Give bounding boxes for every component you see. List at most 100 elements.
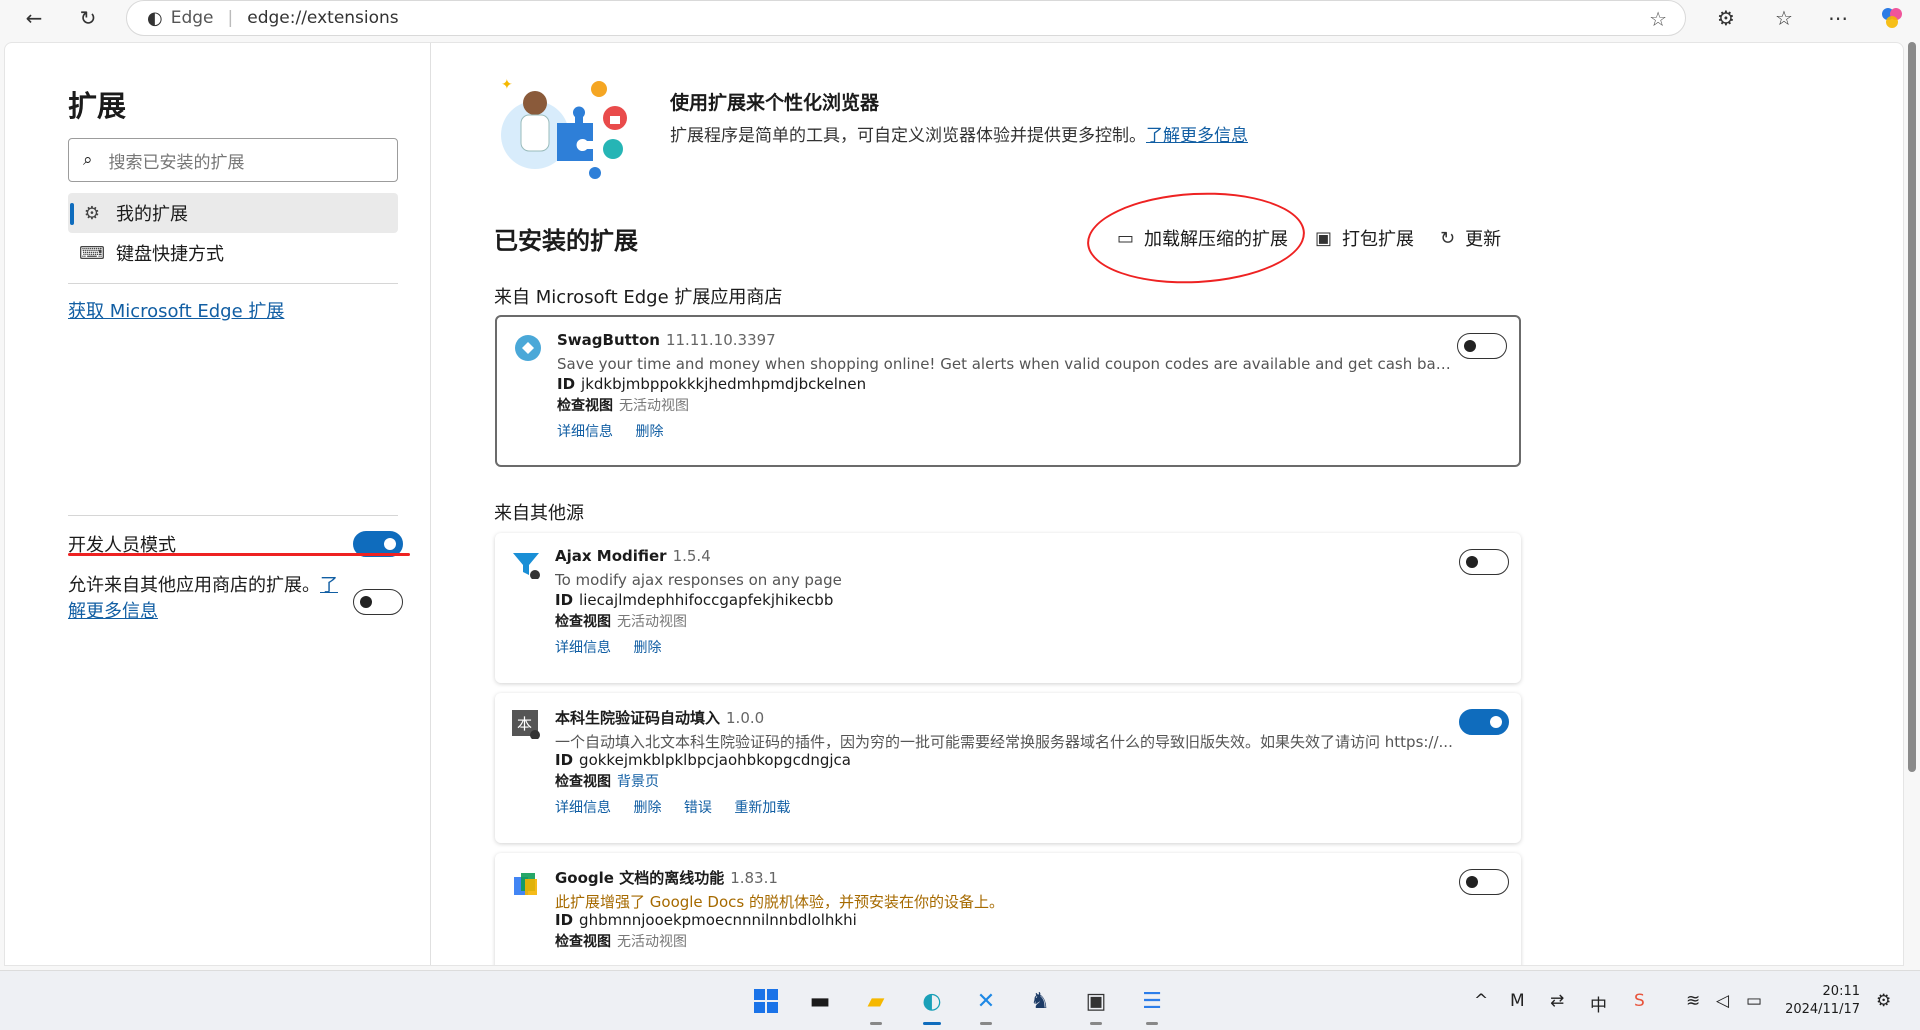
remove-link[interactable]: 删除 xyxy=(635,424,663,440)
edge-browser-icon[interactable]: ◐ xyxy=(914,983,950,1025)
ime-indicator[interactable]: 中 xyxy=(1590,991,1607,1016)
extension-toggle[interactable] xyxy=(1459,869,1509,895)
hero-subtitle: 扩展程序是简单的工具，可自定义浏览器体验并提供更多控制。了解更多信息 xyxy=(670,126,1248,146)
hero-learn-more-link[interactable]: 了解更多信息 xyxy=(1146,126,1248,146)
red-circle-annotation xyxy=(1084,187,1308,289)
extension-description: To modify ajax responses on any page xyxy=(555,571,842,589)
site-label: Edge xyxy=(170,8,214,28)
remove-link[interactable]: 删除 xyxy=(633,640,661,656)
notification-icon[interactable]: ⚙ xyxy=(1876,991,1891,1011)
keyboard-icon: ⌨ xyxy=(79,242,105,264)
hero-illustration: ✦ xyxy=(495,73,645,183)
allow-other-stores-toggle[interactable] xyxy=(353,589,403,615)
notepad-icon[interactable]: ☰ xyxy=(1134,983,1170,1025)
pack-extension-button[interactable]: ▣ 打包扩展 xyxy=(1315,225,1414,251)
extension-toggle[interactable] xyxy=(1459,709,1509,735)
volume-icon[interactable]: ◁ xyxy=(1716,991,1729,1011)
captcha-extension-icon: 本 xyxy=(512,710,540,739)
details-link[interactable]: 详细信息 xyxy=(557,424,613,440)
taskbar: ▬ ▰ ◐ ✕ ♞ ▣ ☰ ^ M ⇄ 中 S ≋ ◁ ▭ 20:11 2024… xyxy=(0,970,1920,1030)
extension-card: 本 本科生院验证码自动填入 1.0.0 一个自动填入北文本科生院验证码的插件，因为… xyxy=(495,693,1521,843)
copilot-icon[interactable] xyxy=(1876,2,1908,34)
wifi-icon[interactable]: ≋ xyxy=(1686,991,1700,1011)
more-menu-icon[interactable]: ⋯ xyxy=(1822,2,1854,34)
extension-card: Google 文档的离线功能 1.83.1 此扩展增强了 Google Docs … xyxy=(495,853,1521,965)
tray-s-icon[interactable]: S xyxy=(1634,991,1645,1011)
sidebar-item-label: 我的扩展 xyxy=(116,204,188,225)
inspect-views: 检查视图 背景页 xyxy=(555,774,659,790)
section-store-title: 来自 Microsoft Edge 扩展应用商店 xyxy=(494,287,783,308)
extension-toggle[interactable] xyxy=(1457,333,1507,359)
store-link[interactable]: 获取 Microsoft Edge 扩展 xyxy=(68,297,284,323)
refresh-icon: ↻ xyxy=(1440,227,1456,249)
sidebar-item-my-extensions[interactable]: ⚙ 我的扩展 xyxy=(68,193,398,233)
extension-description: 一个自动填入北文本科生院验证码的插件，因为穷的一批可能需要经常换服务器域名什么的… xyxy=(555,733,1453,751)
red-underline-annotation xyxy=(68,553,410,556)
clock-date: 2024/11/17 xyxy=(1785,1002,1860,1017)
sidebar-item-keyboard-shortcuts[interactable]: ⌨ 键盘快捷方式 xyxy=(68,233,398,273)
favorites-icon[interactable]: ☆ xyxy=(1768,2,1800,34)
favorite-star-icon[interactable]: ☆ xyxy=(1649,7,1667,31)
hero-title: 使用扩展来个性化浏览器 xyxy=(670,92,880,114)
extension-id: ID liecajlmdephhifoccgapfekjhikecbb xyxy=(555,591,834,609)
details-link[interactable]: 详细信息 xyxy=(555,800,611,816)
errors-link[interactable]: 错误 xyxy=(684,800,712,816)
page-scrollbar[interactable] xyxy=(1908,42,1916,772)
google-docs-offline-icon xyxy=(514,873,537,895)
allow-other-stores-text: 允许来自其他应用商店的扩展。了解更多信息 xyxy=(68,575,338,622)
url-text: edge://extensions xyxy=(247,8,399,28)
remove-link[interactable]: 删除 xyxy=(633,800,661,816)
extension-id: ID ghbmnnjooekpmoecnnnilnnbdlolhkhi xyxy=(555,911,857,929)
extension-links: 详细信息 删除 错误 重新加载 xyxy=(555,797,808,817)
vscode-icon[interactable]: ✕ xyxy=(968,983,1004,1025)
dev-mode-row: 开发人员模式 xyxy=(68,521,404,567)
clock-time: 20:11 xyxy=(1822,984,1860,999)
sidebar: 扩展 ⌕ 搜索已安装的扩展 ⚙ 我的扩展 ⌨ 键盘快捷方式 获取 Microso… xyxy=(5,43,431,965)
update-button[interactable]: ↻ 更新 xyxy=(1440,225,1501,251)
extensions-puzzle-icon[interactable]: ⚙ xyxy=(1710,2,1742,34)
search-placeholder: 搜索已安装的扩展 xyxy=(108,152,245,173)
divider xyxy=(68,283,398,284)
extension-name: Google 文档的离线功能 1.83.1 xyxy=(555,869,778,887)
inspect-views: 检查视图 无活动视图 xyxy=(557,398,689,414)
extension-name: 本科生院验证码自动填入 1.0.0 xyxy=(555,709,765,727)
app-icon[interactable]: ♞ xyxy=(1022,983,1058,1019)
extension-links: 详细信息 删除 xyxy=(557,421,681,441)
extension-name: Ajax Modifier 1.5.4 xyxy=(555,547,711,565)
search-icon: ⌕ xyxy=(83,150,93,170)
inspect-views: 检查视图 无活动视图 xyxy=(555,934,687,950)
section-other-title: 来自其他源 xyxy=(494,503,584,524)
extension-card: Ajax Modifier 1.5.4 To modify ajax respon… xyxy=(495,533,1521,683)
task-view-icon[interactable]: ▬ xyxy=(802,983,838,1019)
extension-card: SwagButton 11.11.10.3397 Save your time a… xyxy=(495,315,1521,467)
system-clock[interactable]: 20:11 2024/11/17 xyxy=(1785,983,1860,1019)
extension-name: SwagButton 11.11.10.3397 xyxy=(557,331,776,349)
refresh-icon[interactable]: ↻ xyxy=(72,2,104,34)
file-explorer-icon[interactable]: ▰ xyxy=(858,983,894,1025)
terminal-icon[interactable]: ▣ xyxy=(1078,983,1114,1025)
extensions-page: 扩展 ⌕ 搜索已安装的扩展 ⚙ 我的扩展 ⌨ 键盘快捷方式 获取 Microso… xyxy=(4,42,1904,966)
windows-start-icon[interactable] xyxy=(748,983,784,1019)
search-input[interactable]: ⌕ 搜索已安装的扩展 xyxy=(68,138,398,182)
tray-settings-icon[interactable]: ⇄ xyxy=(1550,991,1564,1011)
extension-id: ID gokkejmkblpklbpcjaohbkopgcdngjca xyxy=(555,751,851,769)
details-link[interactable]: 详细信息 xyxy=(555,640,611,656)
address-bar[interactable]: ◐ Edge | edge://extensions ☆ xyxy=(126,0,1686,36)
inspect-views: 检查视图 无活动视图 xyxy=(555,614,687,630)
chevron-up-icon[interactable]: ^ xyxy=(1474,991,1488,1011)
extension-description: 此扩展增强了 Google Docs 的脱机体验，并预安装在你的设备上。 xyxy=(555,893,1004,911)
tray-app-icon[interactable]: M xyxy=(1510,991,1525,1011)
package-icon: ▣ xyxy=(1315,227,1333,249)
svg-text:✦: ✦ xyxy=(501,77,513,93)
back-arrow-icon[interactable]: ← xyxy=(18,2,50,34)
reload-link[interactable]: 重新加载 xyxy=(734,800,790,816)
extension-description: Save your time and money when shopping o… xyxy=(557,355,1457,373)
extension-links: 详细信息 删除 xyxy=(555,637,679,657)
extension-id: ID jkdkbjmbppokkkjhedmhpmdjbckelnen xyxy=(557,375,867,393)
extension-toggle[interactable] xyxy=(1459,549,1509,575)
background-page-link[interactable]: 背景页 xyxy=(617,774,659,790)
battery-icon[interactable]: ▭ xyxy=(1746,991,1762,1011)
divider xyxy=(68,515,398,516)
swagbutton-logo-icon xyxy=(515,335,541,361)
installed-title: 已安装的扩展 xyxy=(494,227,638,255)
